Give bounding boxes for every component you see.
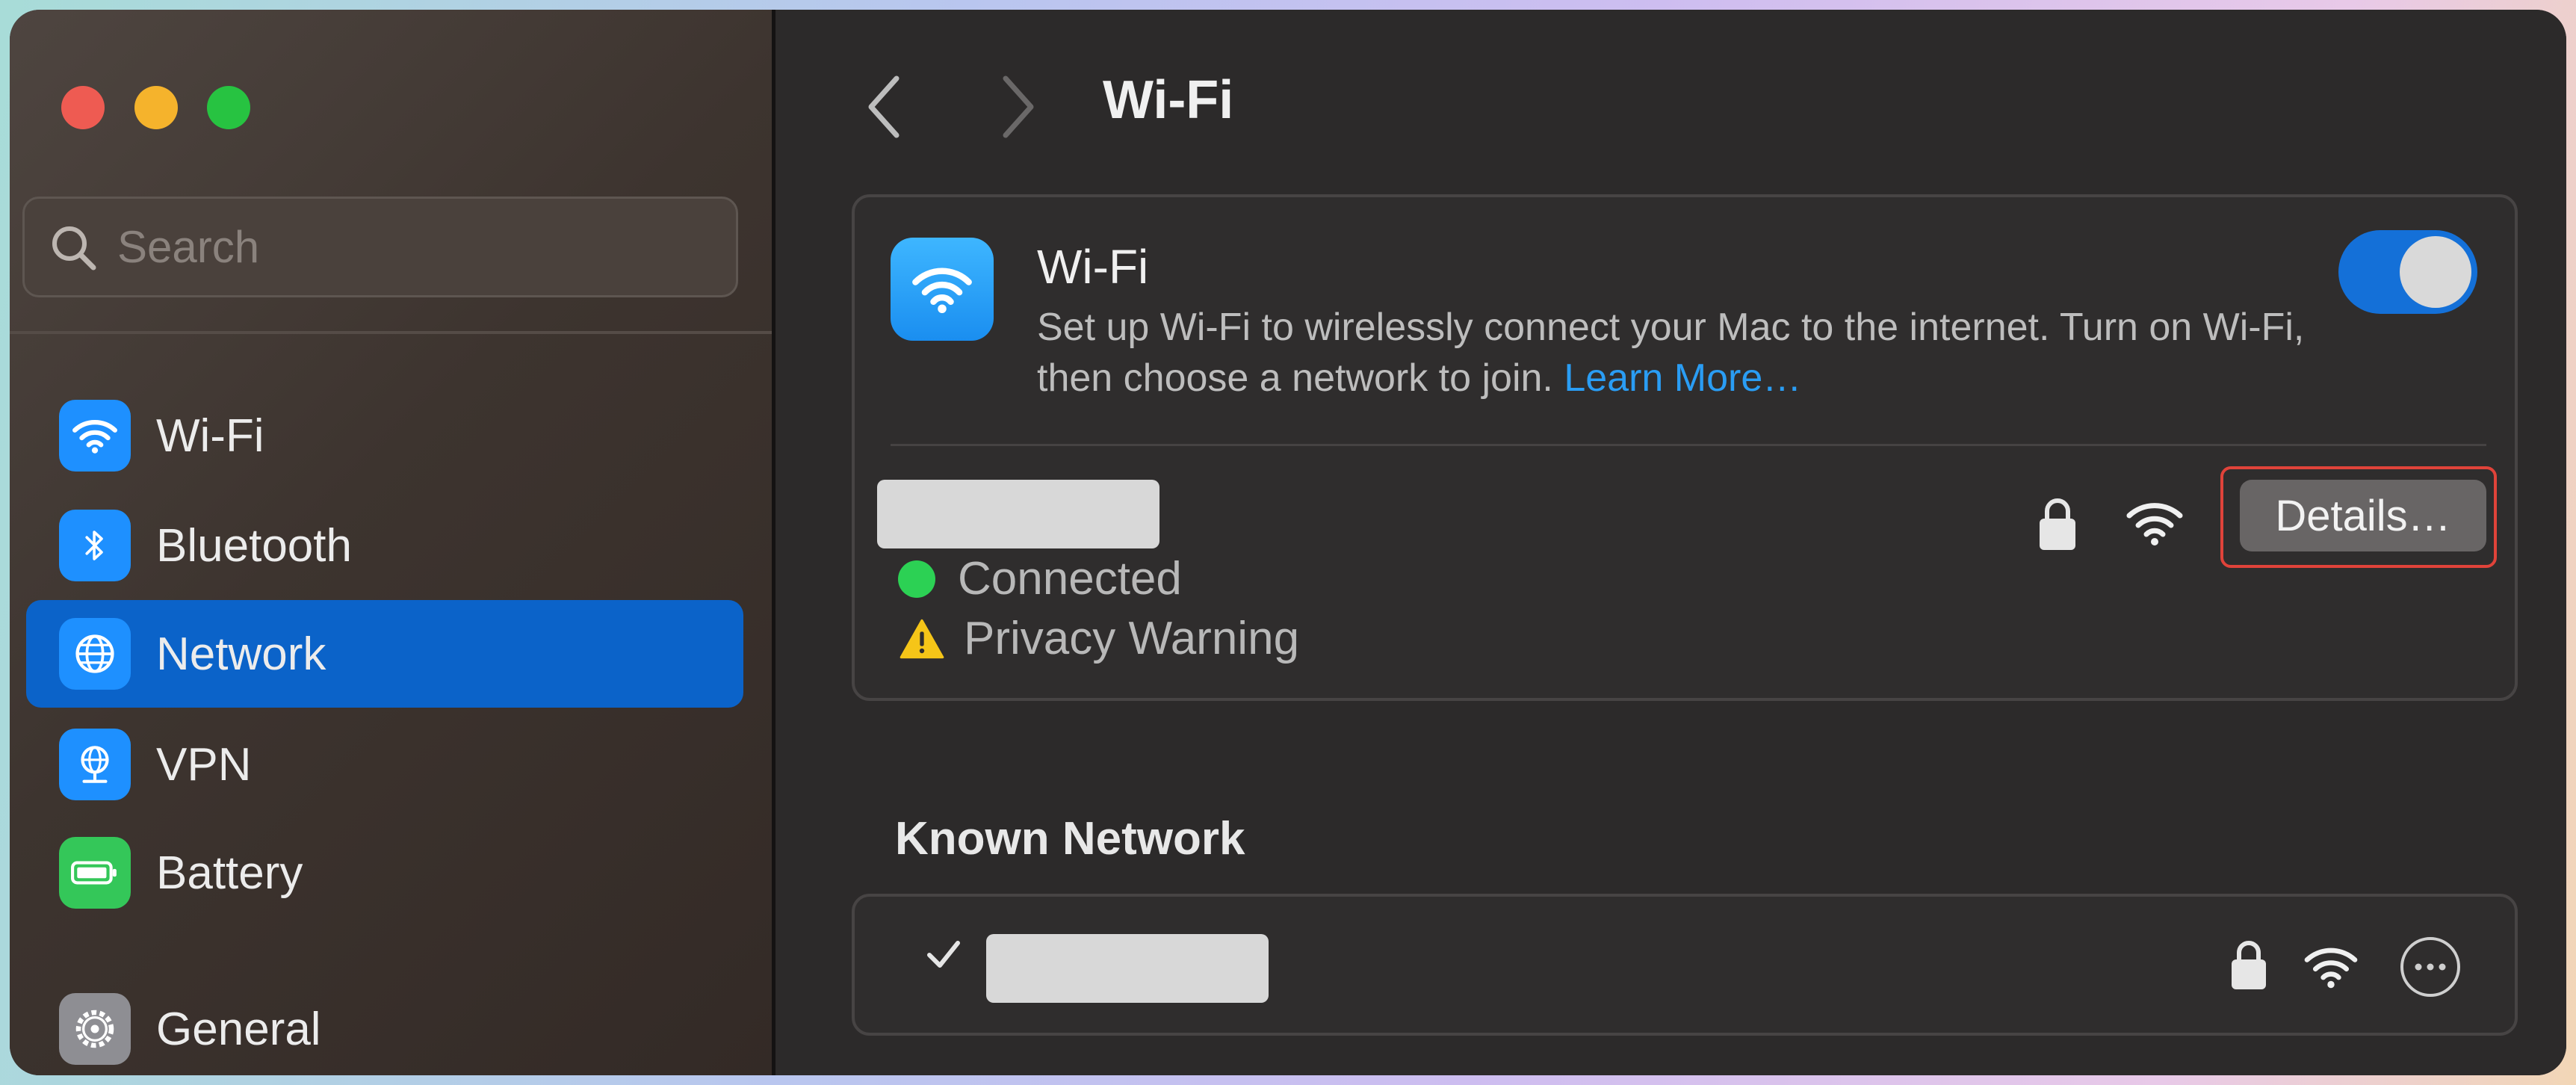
wifi-signal-icon (2304, 948, 2358, 989)
forward-chevron-icon[interactable] (992, 69, 1044, 144)
card-divider (891, 444, 2486, 446)
wifi-card-title: Wi-Fi (1037, 240, 1149, 294)
privacy-warning-text: Privacy Warning (964, 613, 1300, 664)
wifi-card-description: Set up Wi-Fi to wirelessly connect your … (1037, 302, 2307, 404)
known-networks-card (852, 894, 2518, 1036)
sidebar-item-battery[interactable]: Battery (26, 819, 743, 927)
sidebar-item-label: Network (156, 628, 326, 680)
network-name-redacted (877, 480, 1159, 548)
sidebar-item-vpn[interactable]: VPN (26, 711, 743, 818)
connection-status: Connected (898, 552, 1182, 605)
sidebar-divider (10, 331, 772, 334)
magnifying-glass-icon (52, 226, 96, 270)
sidebar-item-label: Wi-Fi (156, 409, 264, 462)
settings-window: Search Wi-Fi Bluetooth Network VPN Batte… (10, 10, 2566, 1075)
sidebar-item-label: VPN (156, 738, 252, 791)
sidebar-item-bluetooth[interactable]: Bluetooth (26, 492, 743, 599)
battery-icon (59, 837, 131, 909)
connection-status-text: Connected (958, 553, 1182, 605)
known-networks-heading: Known Network (895, 813, 1245, 865)
details-button[interactable]: Details… (2240, 480, 2486, 551)
known-network-name-redacted (986, 934, 1269, 1003)
wifi-icon (59, 400, 131, 472)
wifi-settings-card: Wi-Fi Set up Wi-Fi to wirelessly connect… (852, 194, 2518, 701)
bluetooth-icon (59, 510, 131, 581)
back-chevron-icon[interactable] (858, 69, 910, 144)
search-placeholder: Search (117, 222, 260, 272)
warning-triangle-icon (900, 619, 944, 658)
wifi-toggle[interactable] (2338, 230, 2477, 314)
globe-icon (59, 618, 131, 690)
sidebar: Search Wi-Fi Bluetooth Network VPN Batte… (10, 10, 773, 1075)
search-input[interactable]: Search (22, 197, 738, 297)
lock-icon (2040, 498, 2075, 550)
wifi-app-icon (891, 238, 994, 341)
more-options-icon[interactable] (2397, 934, 2463, 1000)
gear-icon (59, 993, 131, 1065)
lock-icon (2232, 941, 2266, 989)
main-content: Wi-Fi Wi-Fi Set up Wi-Fi to wirelessly c… (775, 10, 2566, 1075)
learn-more-link[interactable]: Learn More… (1564, 356, 1801, 400)
minimize-window-button[interactable] (134, 86, 178, 129)
sidebar-item-general[interactable]: General (26, 975, 743, 1075)
vpn-globe-icon (59, 729, 131, 800)
privacy-warning: Privacy Warning (898, 612, 1299, 665)
sidebar-item-label: General (156, 1003, 321, 1055)
sidebar-item-network[interactable]: Network (26, 600, 743, 708)
sidebar-item-wifi[interactable]: Wi-Fi (26, 382, 743, 489)
checkmark-icon (927, 941, 960, 968)
wifi-signal-icon (2126, 503, 2183, 545)
sidebar-item-label: Battery (156, 847, 303, 899)
toggle-knob (2400, 236, 2471, 308)
connected-dot-icon (898, 560, 935, 598)
page-title: Wi-Fi (1103, 70, 1234, 130)
zoom-window-button[interactable] (207, 86, 250, 129)
close-window-button[interactable] (61, 86, 105, 129)
sidebar-item-label: Bluetooth (156, 519, 352, 572)
